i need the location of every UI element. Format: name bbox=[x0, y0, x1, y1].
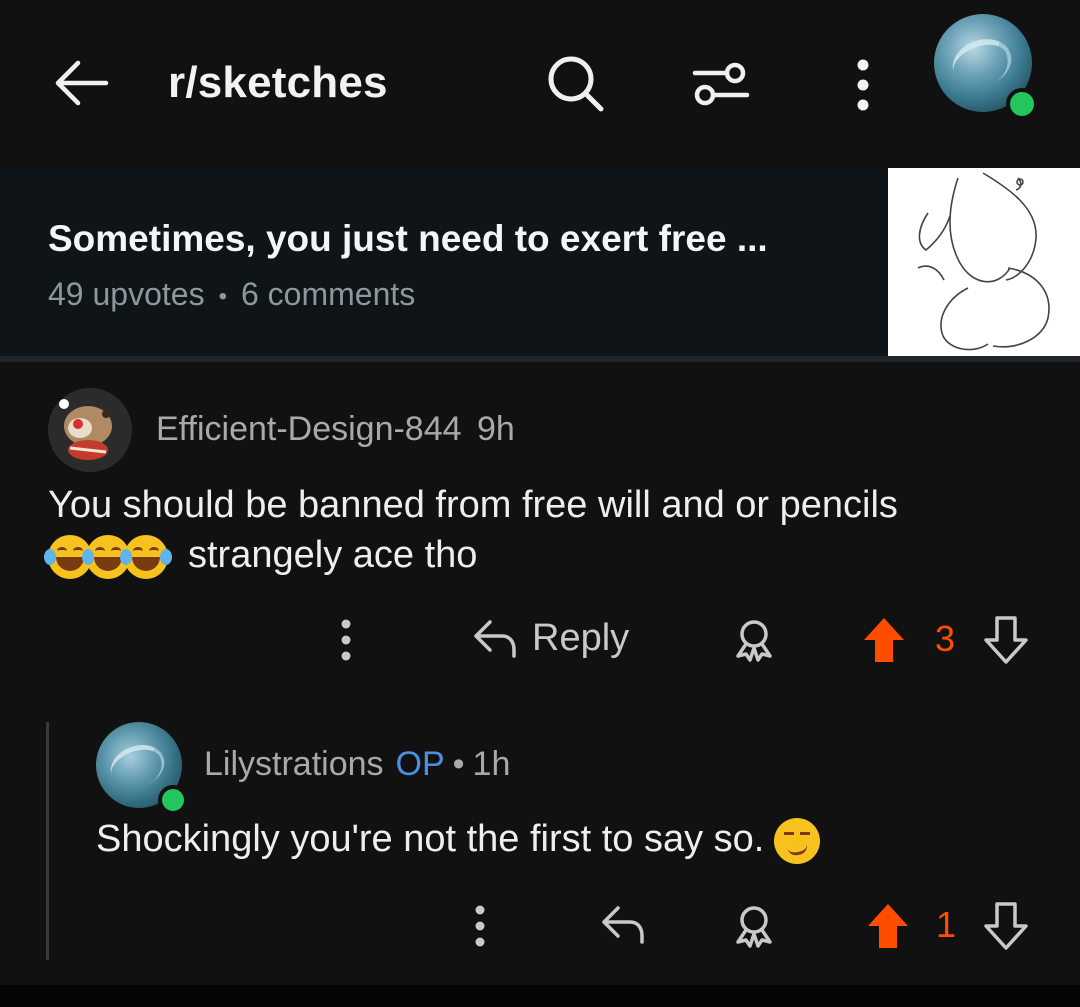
comment-body: Shockingly you're not the first to say s… bbox=[96, 814, 821, 864]
back-button[interactable] bbox=[50, 55, 114, 111]
award-icon bbox=[736, 620, 772, 662]
comment-author[interactable]: Efficient-Design-844 bbox=[156, 410, 462, 448]
comment-more-button[interactable] bbox=[338, 616, 354, 664]
meta-separator: • bbox=[452, 745, 465, 783]
back-arrow-icon bbox=[55, 60, 109, 106]
reply-icon bbox=[602, 906, 644, 944]
upvote-button[interactable] bbox=[860, 614, 908, 666]
subreddit-title[interactable]: r/sketches bbox=[168, 58, 388, 108]
downvote-button[interactable] bbox=[982, 614, 1030, 666]
award-button[interactable] bbox=[730, 902, 778, 950]
comment-actions: 1 bbox=[460, 896, 1050, 956]
online-status-dot bbox=[1006, 88, 1038, 120]
more-vertical-icon bbox=[475, 905, 485, 947]
more-vertical-icon bbox=[857, 59, 869, 111]
reply-button[interactable]: Reply bbox=[472, 616, 629, 660]
bottom-edge bbox=[0, 985, 1080, 1007]
comment-count: 6 comments bbox=[240, 276, 416, 312]
vote-count: 3 bbox=[935, 618, 956, 659]
comment-author-line: Efficient-Design-844 9h bbox=[156, 410, 515, 449]
reply-icon bbox=[474, 620, 516, 658]
more-options-button[interactable] bbox=[838, 52, 888, 118]
reply-button[interactable] bbox=[600, 902, 646, 946]
section-divider bbox=[0, 356, 1080, 362]
comment-actions: Reply 3 bbox=[330, 608, 1050, 674]
upvote-button[interactable] bbox=[864, 900, 912, 952]
commenter-avatar[interactable] bbox=[48, 388, 132, 472]
search-icon bbox=[548, 56, 604, 112]
comment-time: 9h bbox=[477, 410, 515, 448]
post-thumbnail[interactable] bbox=[888, 168, 1080, 357]
downvote-icon bbox=[984, 616, 1028, 664]
comment-author-line: Lilystrations OP • 1h bbox=[204, 745, 510, 784]
downvote-icon bbox=[984, 902, 1028, 950]
smirk-emoji bbox=[774, 817, 821, 864]
sketch-thumbnail-image bbox=[917, 172, 1050, 351]
meta-separator: • bbox=[218, 282, 227, 310]
reply-label: Reply bbox=[532, 616, 630, 659]
vote-score: 3 bbox=[935, 618, 955, 660]
comment-more-button[interactable] bbox=[472, 902, 488, 950]
filter-button[interactable] bbox=[688, 50, 754, 116]
bear-avatar-image bbox=[48, 388, 132, 472]
upvote-icon bbox=[864, 618, 904, 662]
award-icon bbox=[736, 906, 772, 948]
vote-score: 1 bbox=[936, 904, 956, 946]
upvote-count: 49 upvotes bbox=[48, 276, 205, 312]
top-bar bbox=[0, 0, 1080, 165]
thread-line[interactable] bbox=[46, 722, 49, 960]
post-title[interactable]: Sometimes, you just need to exert free .… bbox=[48, 218, 768, 260]
downvote-button[interactable] bbox=[982, 900, 1030, 952]
laughing-tears-emoji bbox=[120, 534, 172, 579]
online-status-dot bbox=[158, 785, 188, 815]
comment-time: 1h bbox=[472, 745, 511, 783]
comment-author[interactable]: Lilystrations bbox=[204, 745, 384, 783]
comment-text-line1: You should be banned from free will and … bbox=[48, 484, 898, 526]
op-badge: OP bbox=[395, 745, 445, 783]
award-button[interactable] bbox=[730, 616, 778, 664]
avatar-art bbox=[945, 31, 1019, 95]
comment-body: You should be banned from free will and … bbox=[44, 480, 1038, 580]
filter-icon bbox=[692, 62, 750, 106]
search-button[interactable] bbox=[542, 50, 608, 116]
comment-text-line2: strangely ace tho bbox=[188, 534, 478, 576]
upvote-icon bbox=[868, 904, 908, 948]
avatar-art bbox=[104, 737, 171, 796]
more-vertical-icon bbox=[341, 619, 351, 661]
comment-text-line2-row: strangely ace tho bbox=[44, 530, 1038, 580]
comment-text: Shockingly you're not the first to say s… bbox=[96, 818, 765, 860]
vote-count: 1 bbox=[936, 904, 957, 945]
post-meta: 49 upvotes • 6 comments bbox=[48, 276, 415, 313]
